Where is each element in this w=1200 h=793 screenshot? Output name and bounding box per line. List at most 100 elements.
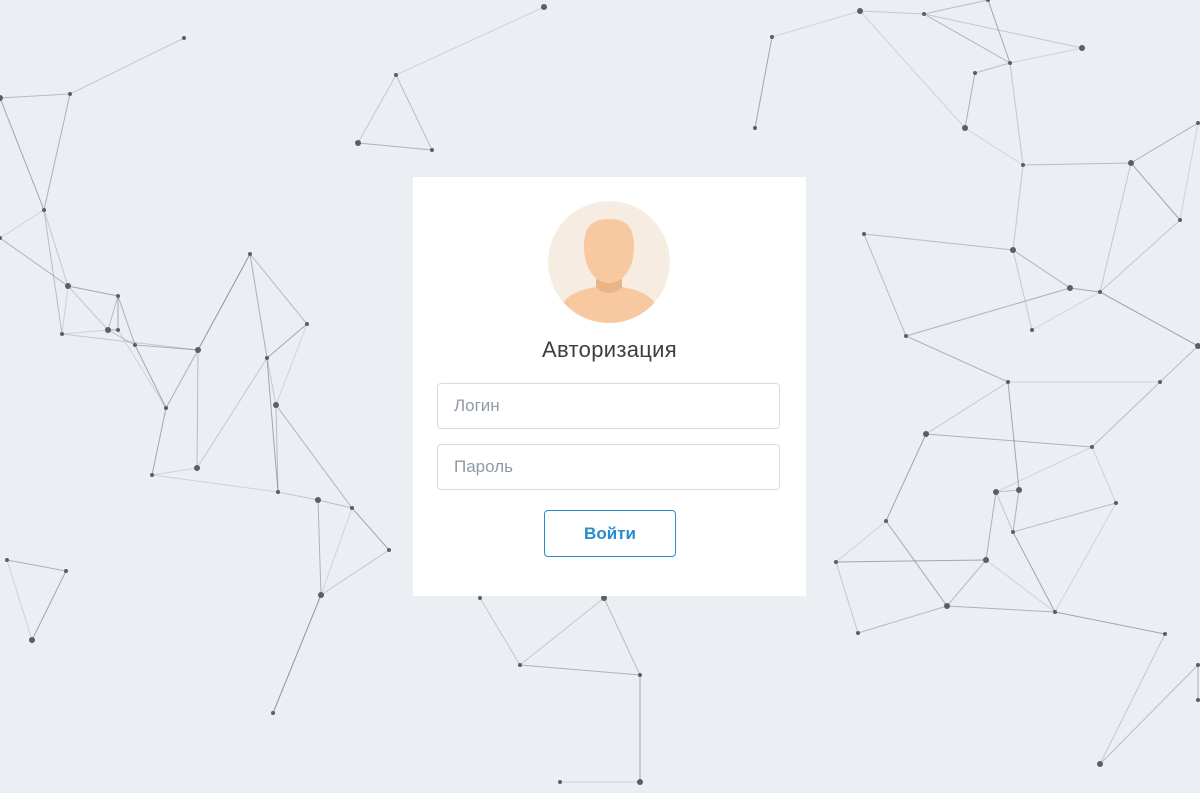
network-line [1099,291,1199,347]
network-line [1179,122,1199,221]
network-node [944,603,950,609]
network-line [1069,287,1101,293]
network-node [116,328,120,332]
network-line [1012,531,1056,613]
network-line [857,605,948,634]
network-line [395,6,545,76]
network-node [105,327,111,333]
network-line [925,381,1009,435]
network-line [1012,249,1033,331]
network-line [1009,47,1083,64]
network-line [885,520,948,607]
network-node [5,558,9,562]
network-line [923,0,989,15]
network-line [771,10,861,38]
network-line [835,520,887,563]
network-line [43,209,69,287]
password-input[interactable] [437,444,780,490]
network-line [1099,162,1132,293]
network-line [519,597,605,666]
network-line [964,127,1024,166]
network-node [862,232,866,236]
network-line [61,285,69,335]
network-node [1196,663,1200,667]
network-line [249,253,308,325]
network-node [518,663,522,667]
network-node [150,473,154,477]
network-node [962,125,968,131]
network-node [973,71,977,75]
network-node [273,402,279,408]
network-line [317,499,322,596]
network-node [305,322,309,326]
network-line [0,93,71,99]
network-node [983,557,989,563]
network-line [275,323,308,406]
network-line [249,253,268,359]
network-line [1130,162,1181,221]
network-node [884,519,888,523]
network-node [42,208,46,212]
network-line [351,507,390,551]
network-node [1011,530,1015,534]
network-node [1008,61,1012,65]
network-line [1159,345,1199,383]
network-line [859,10,925,15]
network-line [946,559,987,607]
network-node [350,506,354,510]
network-node [834,560,838,564]
network-line [320,507,353,596]
network-line [985,491,997,561]
network-line [275,404,353,509]
network-line [1130,122,1199,164]
network-line [479,597,521,666]
network-line [1054,611,1166,635]
network-line [1022,162,1132,166]
network-node [1021,163,1025,167]
network-line [754,36,773,129]
network-line [0,209,45,239]
network-line [0,237,69,287]
network-line [1012,249,1071,289]
network-node [1098,290,1102,294]
network-line [272,594,322,714]
network-node [541,4,547,10]
network-node [1097,761,1103,767]
network-node [1016,487,1022,493]
network-line [0,97,45,211]
network-node [753,126,757,130]
network-line [117,295,136,346]
network-line [1099,664,1199,765]
network-line [6,559,33,641]
network-line [107,295,119,331]
network-line [925,433,1093,448]
network-node [638,673,642,677]
network-node [1196,121,1200,125]
login-button[interactable]: Войти [544,510,676,557]
network-node [922,12,926,16]
network-line [1012,502,1117,533]
network-line [69,37,185,95]
login-card: Авторизация Войти [413,177,806,596]
network-line [277,491,319,501]
network-node [133,343,137,347]
login-input[interactable] [437,383,780,429]
network-line [197,253,251,351]
network-node [1067,285,1073,291]
network-node [1030,328,1034,332]
network-line [196,357,268,469]
network-node [182,36,186,40]
network-line [923,13,1011,64]
network-line [885,433,927,522]
network-node [194,465,200,471]
network-node [271,711,275,715]
network-line [905,335,1009,383]
network-line [964,72,976,129]
network-node [1010,247,1016,253]
network-line [266,357,277,406]
network-line [603,597,641,676]
page-title: Авторизация [542,337,677,362]
network-node [1090,445,1094,449]
network-node [394,73,398,77]
network-node [857,8,863,14]
